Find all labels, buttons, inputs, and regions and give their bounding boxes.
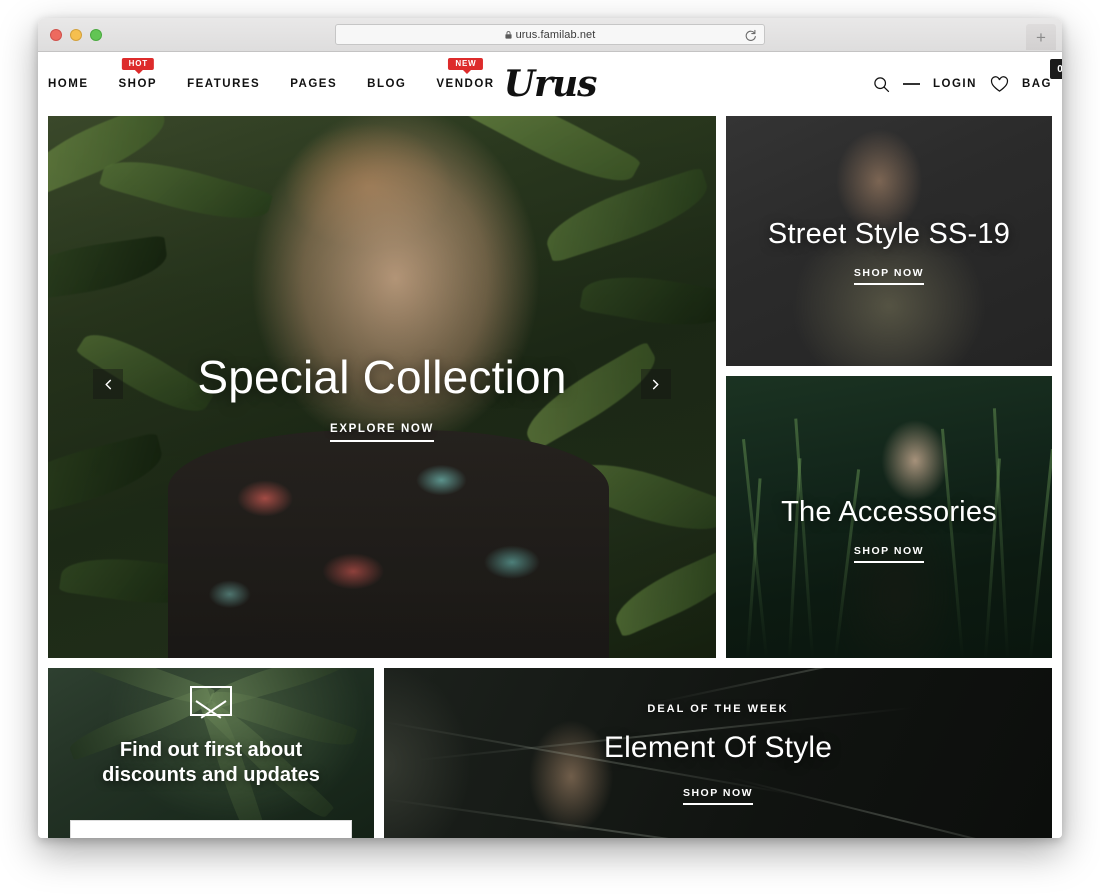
- heart-icon[interactable]: [990, 75, 1009, 93]
- url-text-wrapper: urus.familab.net: [505, 29, 596, 41]
- promo-card-accessories[interactable]: The Accessories SHOP NOW: [725, 376, 1052, 658]
- maximize-window-button[interactable]: [90, 29, 102, 41]
- hero-cta-button[interactable]: EXPLORE NOW: [330, 423, 434, 442]
- chevron-left-icon[interactable]: [93, 369, 123, 399]
- envelope-icon: [190, 686, 233, 716]
- nav-item-blog[interactable]: BLOG: [367, 78, 406, 90]
- page-content: Special Collection EXPLORE NOW Street St…: [38, 116, 1062, 838]
- bag-button[interactable]: BAG 0: [1021, 59, 1062, 90]
- brand-logo[interactable]: Urus: [504, 63, 598, 105]
- deal-eyebrow: DEAL OF THE WEEK: [647, 703, 789, 715]
- bag-count-badge: 0: [1050, 59, 1062, 79]
- promo-title: Street Style SS-19: [767, 218, 1011, 250]
- close-window-button[interactable]: [50, 29, 62, 41]
- nav-item-features[interactable]: FEATURES: [187, 78, 260, 90]
- nav-badge-hot: HOT: [121, 58, 154, 74]
- hero-caption: Special Collection EXPLORE NOW: [48, 352, 716, 442]
- new-tab-button[interactable]: +: [1026, 24, 1056, 50]
- nav-label: PAGES: [290, 78, 338, 90]
- promo-column: Street Style SS-19 SHOP NOW The Accessor…: [725, 116, 1052, 658]
- promo-cta-button[interactable]: SHOP NOW: [853, 545, 925, 563]
- header-actions: LOGIN BAG 0: [873, 52, 1062, 116]
- site-header: HOME HOT SHOP FEATURES PAGES BLOG NEW VE: [38, 52, 1062, 116]
- newsletter-caption: Find out first about discounts and updat…: [48, 686, 374, 788]
- promo-cta-button[interactable]: SHOP NOW: [853, 267, 925, 285]
- window-controls: [50, 29, 102, 41]
- main-navigation: HOME HOT SHOP FEATURES PAGES BLOG NEW VE: [48, 52, 495, 116]
- nav-label: BLOG: [367, 78, 407, 90]
- nav-label: FEATURES: [187, 78, 261, 90]
- address-bar[interactable]: urus.familab.net: [335, 24, 765, 45]
- page-viewport: HOME HOT SHOP FEATURES PAGES BLOG NEW VE: [38, 52, 1062, 838]
- deal-of-the-week-block[interactable]: DEAL OF THE WEEK Element Of Style SHOP N…: [384, 668, 1052, 838]
- reload-icon[interactable]: [744, 29, 757, 42]
- newsletter-email-input[interactable]: [83, 830, 340, 838]
- url-text: urus.familab.net: [515, 28, 596, 41]
- promo-caption: Street Style SS-19 SHOP NOW: [726, 218, 1052, 285]
- deal-caption: DEAL OF THE WEEK Element Of Style SHOP N…: [384, 703, 1052, 805]
- hero-title: Special Collection: [197, 351, 567, 403]
- promo-caption: The Accessories SHOP NOW: [726, 496, 1052, 563]
- lock-icon: [505, 30, 512, 39]
- newsletter-block: Find out first about discounts and updat…: [48, 668, 375, 838]
- deal-cta-button[interactable]: SHOP NOW: [682, 787, 754, 805]
- bottom-grid: Find out first about discounts and updat…: [48, 668, 1052, 838]
- bag-label: BAG: [1021, 78, 1052, 90]
- nav-badge-new: NEW: [448, 58, 483, 74]
- hero-slider[interactable]: Special Collection EXPLORE NOW: [48, 116, 716, 658]
- newsletter-form[interactable]: [70, 820, 353, 838]
- browser-titlebar: urus.familab.net +: [38, 18, 1062, 52]
- nav-item-vendor[interactable]: NEW VENDOR: [436, 58, 495, 90]
- promo-card-street-style[interactable]: Street Style SS-19 SHOP NOW: [725, 116, 1052, 366]
- minimize-window-button[interactable]: [70, 29, 82, 41]
- deal-title: Element Of Style: [603, 731, 833, 764]
- nav-item-pages[interactable]: PAGES: [290, 78, 337, 90]
- newsletter-title: Find out first about discounts and updat…: [102, 739, 320, 786]
- promo-title: The Accessories: [781, 496, 997, 528]
- nav-item-home[interactable]: HOME: [48, 78, 89, 90]
- browser-window: urus.familab.net + HOME HOT SHOP FEATURE…: [38, 18, 1062, 838]
- nav-label: VENDOR: [436, 78, 495, 90]
- top-grid: Special Collection EXPLORE NOW Street St…: [48, 116, 1052, 658]
- search-icon[interactable]: [873, 76, 890, 93]
- nav-label: SHOP: [118, 78, 158, 90]
- hamburger-dash-icon[interactable]: [903, 83, 921, 85]
- nav-item-shop[interactable]: HOT SHOP: [118, 58, 158, 90]
- chevron-right-icon[interactable]: [640, 369, 671, 399]
- login-button[interactable]: LOGIN: [933, 78, 977, 90]
- nav-label: HOME: [48, 78, 89, 90]
